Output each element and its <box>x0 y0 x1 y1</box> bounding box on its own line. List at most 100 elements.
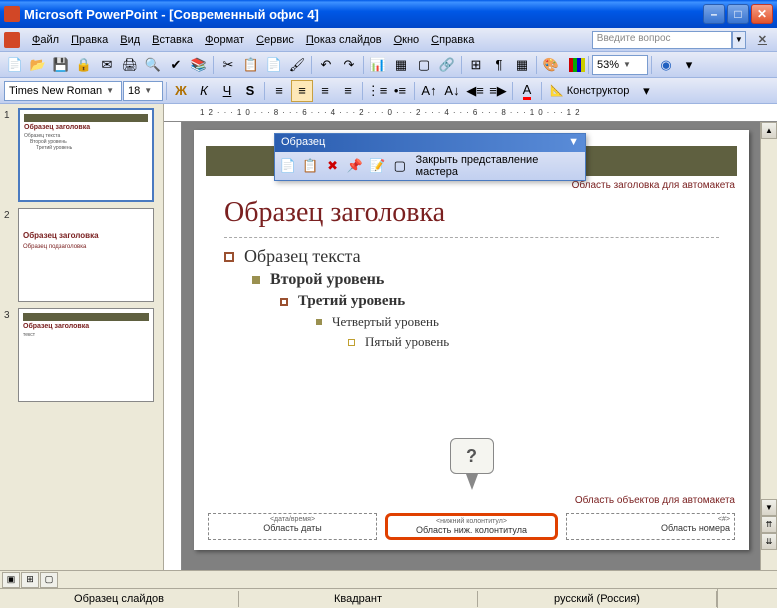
design-button[interactable]: 📐Конструктор <box>545 81 634 101</box>
shadow-button[interactable]: S <box>239 80 261 102</box>
new-button[interactable]: 📄 <box>4 54 26 76</box>
menu-slideshow[interactable]: Показ слайдов <box>300 32 388 48</box>
print-button[interactable]: 🖨 <box>119 54 141 76</box>
doc-close-button[interactable]: ✕ <box>752 31 773 48</box>
ruler-horizontal[interactable]: 12···10···8···6···4···2···0···2···4···6·… <box>164 104 777 122</box>
insert-slide-master-button[interactable]: 📄 <box>277 155 298 177</box>
menu-edit[interactable]: Правка <box>65 32 114 48</box>
menu-file[interactable]: Файл <box>26 32 65 48</box>
permission-button[interactable]: 🔒 <box>73 54 95 76</box>
cut-button[interactable]: ✂ <box>217 54 239 76</box>
save-button[interactable]: 💾 <box>50 54 72 76</box>
bold-button[interactable]: Ж <box>170 80 192 102</box>
copy-button[interactable]: 📋 <box>240 54 262 76</box>
show-formatting-button[interactable]: ¶ <box>488 54 510 76</box>
decrease-indent-button[interactable]: ◀≡ <box>464 80 486 102</box>
menubar: Файл Правка Вид Вставка Формат Сервис По… <box>0 28 777 52</box>
expand-button[interactable]: ⊞ <box>465 54 487 76</box>
maximize-button[interactable]: □ <box>727 4 749 24</box>
help-search-input[interactable]: Введите вопрос <box>592 31 732 49</box>
close-master-view-button[interactable]: Закрыть представление мастера <box>412 154 583 178</box>
color-scheme-icon[interactable] <box>569 58 585 72</box>
callout-help: ? <box>450 438 494 490</box>
paste-button[interactable]: 📄 <box>263 54 285 76</box>
underline-button[interactable]: Ч <box>216 80 238 102</box>
scroll-up-button[interactable]: ▲ <box>761 122 777 139</box>
hyperlink-button[interactable]: 🔗 <box>436 54 458 76</box>
email-button[interactable]: ✉ <box>96 54 118 76</box>
toolbar-options-button[interactable]: ▾ <box>678 54 700 76</box>
master-toolbar-menu-icon[interactable]: ▼ <box>568 136 579 150</box>
font-size-combo[interactable]: 18▼ <box>123 81 163 101</box>
slide-canvas[interactable]: Область заголовка для автомакета Образец… <box>194 130 749 550</box>
open-button[interactable]: 📂 <box>27 54 49 76</box>
zoom-combo[interactable]: 53%▼ <box>592 55 648 75</box>
preserve-master-button[interactable]: 📌 <box>344 155 365 177</box>
close-button[interactable]: ✕ <box>751 4 773 24</box>
vertical-scrollbar[interactable]: ▲ ▼ ⇈ ⇊ <box>760 122 777 570</box>
help-button[interactable]: ◉ <box>655 54 677 76</box>
delete-master-button[interactable]: ✖ <box>322 155 343 177</box>
increase-indent-button[interactable]: ≡▶ <box>487 80 509 102</box>
format-painter-button[interactable]: 🖌 <box>286 54 308 76</box>
prev-slide-button[interactable]: ⇈ <box>761 516 777 533</box>
slide-thumb-3[interactable]: 3 Образец заголовка текст <box>4 308 159 402</box>
spell-button[interactable]: ✔ <box>165 54 187 76</box>
toolbar-options-2-button[interactable]: ▾ <box>635 80 657 102</box>
minimize-button[interactable]: – <box>703 4 725 24</box>
auto-title-label: Область заголовка для автомакета <box>194 180 735 191</box>
formatting-toolbar: Times New Roman▼ 18▼ Ж К Ч S ≡ ≡ ≡ ≡ ⋮≡ … <box>0 78 777 104</box>
table-button[interactable]: ▦ <box>390 54 412 76</box>
number-placeholder[interactable]: <#> Область номера <box>566 513 735 540</box>
next-slide-button[interactable]: ⇊ <box>761 533 777 550</box>
slide-title-placeholder[interactable]: Образец заголовка <box>224 197 719 229</box>
color-button[interactable]: 🎨 <box>540 54 562 76</box>
scroll-down-button[interactable]: ▼ <box>761 499 777 516</box>
help-search-dropdown[interactable]: ▼ <box>732 31 746 49</box>
numbering-button[interactable]: ⋮≡ <box>366 80 388 102</box>
redo-button[interactable]: ↷ <box>338 54 360 76</box>
ruler-vertical[interactable] <box>164 122 182 570</box>
preview-button[interactable]: 🔍 <box>142 54 164 76</box>
align-right-button[interactable]: ≡ <box>314 80 336 102</box>
sorter-view-button[interactable]: ⊞ <box>21 572 39 588</box>
slide-thumb-1[interactable]: 1 Образец заголовка Образец текста Второ… <box>4 108 159 202</box>
bullets-button[interactable]: •≡ <box>389 80 411 102</box>
normal-view-button[interactable]: ▣ <box>2 572 20 588</box>
tables-borders-button[interactable]: ▢ <box>413 54 435 76</box>
font-color-button[interactable]: A <box>516 80 538 102</box>
slide-thumb-2[interactable]: 2 Образец заголовка Образец подзаголовка <box>4 208 159 302</box>
master-toolbar[interactable]: Образец ▼ 📄 📋 ✖ 📌 📝 ▢ Закрыть представле… <box>274 133 586 181</box>
research-button[interactable]: 📚 <box>188 54 210 76</box>
slide-footer-placeholders: <дата/время> Область даты <нижний колонт… <box>208 513 735 540</box>
slide-body-placeholder[interactable]: Образец текста Второй уровень Третий уро… <box>224 246 719 350</box>
grid-button[interactable]: ▦ <box>511 54 533 76</box>
slideshow-view-button[interactable]: ▢ <box>40 572 58 588</box>
master-layout-button[interactable]: ▢ <box>389 155 410 177</box>
font-combo[interactable]: Times New Roman▼ <box>4 81 122 101</box>
italic-button[interactable]: К <box>193 80 215 102</box>
date-placeholder[interactable]: <дата/время> Область даты <box>208 513 377 540</box>
status-left: Образец слайдов <box>0 591 239 607</box>
insert-title-master-button[interactable]: 📋 <box>299 155 320 177</box>
menu-help[interactable]: Справка <box>425 32 480 48</box>
menu-insert[interactable]: Вставка <box>146 32 199 48</box>
menu-tools[interactable]: Сервис <box>250 32 300 48</box>
menu-view[interactable]: Вид <box>114 32 146 48</box>
document-icon[interactable] <box>4 32 20 48</box>
chart-button[interactable]: 📊 <box>367 54 389 76</box>
status-spell-icon[interactable] <box>717 589 777 608</box>
decrease-font-button[interactable]: A↓ <box>441 80 463 102</box>
undo-button[interactable]: ↶ <box>315 54 337 76</box>
rename-master-button[interactable]: 📝 <box>367 155 388 177</box>
auto-object-label: Область объектов для автомакета <box>575 495 735 506</box>
master-toolbar-title[interactable]: Образец ▼ <box>275 134 585 152</box>
align-justify-button[interactable]: ≡ <box>337 80 359 102</box>
align-left-button[interactable]: ≡ <box>268 80 290 102</box>
footer-placeholder[interactable]: <нижний колонтитул> Область ниж. колонти… <box>385 513 558 540</box>
menu-format[interactable]: Формат <box>199 32 250 48</box>
menu-window[interactable]: Окно <box>388 32 426 48</box>
align-center-button[interactable]: ≡ <box>291 80 313 102</box>
status-language[interactable]: русский (Россия) <box>478 591 717 607</box>
increase-font-button[interactable]: A↑ <box>418 80 440 102</box>
